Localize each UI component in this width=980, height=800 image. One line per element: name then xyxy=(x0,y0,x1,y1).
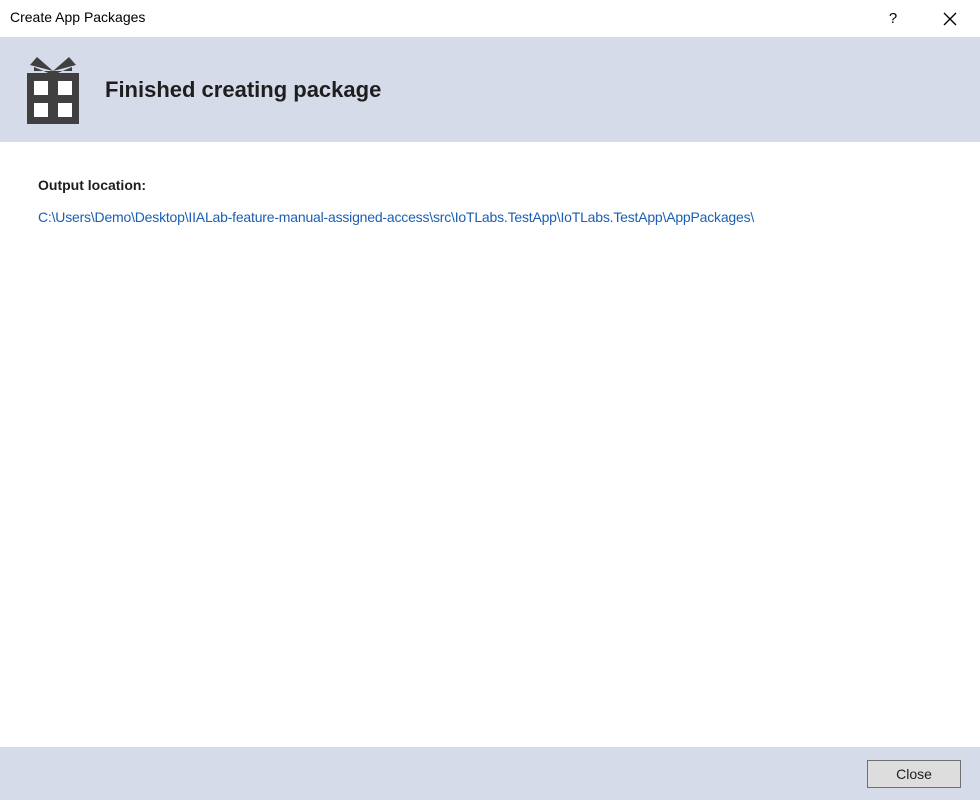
gift-icon xyxy=(27,57,79,124)
window-title: Create App Packages xyxy=(10,9,146,25)
create-app-packages-dialog: Create App Packages ? Finished creating … xyxy=(0,0,980,800)
close-button[interactable]: Close xyxy=(867,760,961,788)
help-button[interactable]: ? xyxy=(870,0,916,37)
output-location-label: Output location: xyxy=(38,177,147,193)
window-close-button[interactable] xyxy=(927,0,973,37)
title-bar: Create App Packages ? xyxy=(0,0,980,37)
output-location-link[interactable]: C:\Users\Demo\Desktop\IIALab-feature-man… xyxy=(38,209,754,225)
page-title: Finished creating package xyxy=(105,77,382,102)
header-banner: Finished creating package xyxy=(0,37,980,142)
footer-bar: Close xyxy=(0,747,980,800)
main-content: Output location: C:\Users\Demo\Desktop\I… xyxy=(0,142,980,747)
help-icon: ? xyxy=(888,10,898,27)
close-icon xyxy=(943,12,957,25)
